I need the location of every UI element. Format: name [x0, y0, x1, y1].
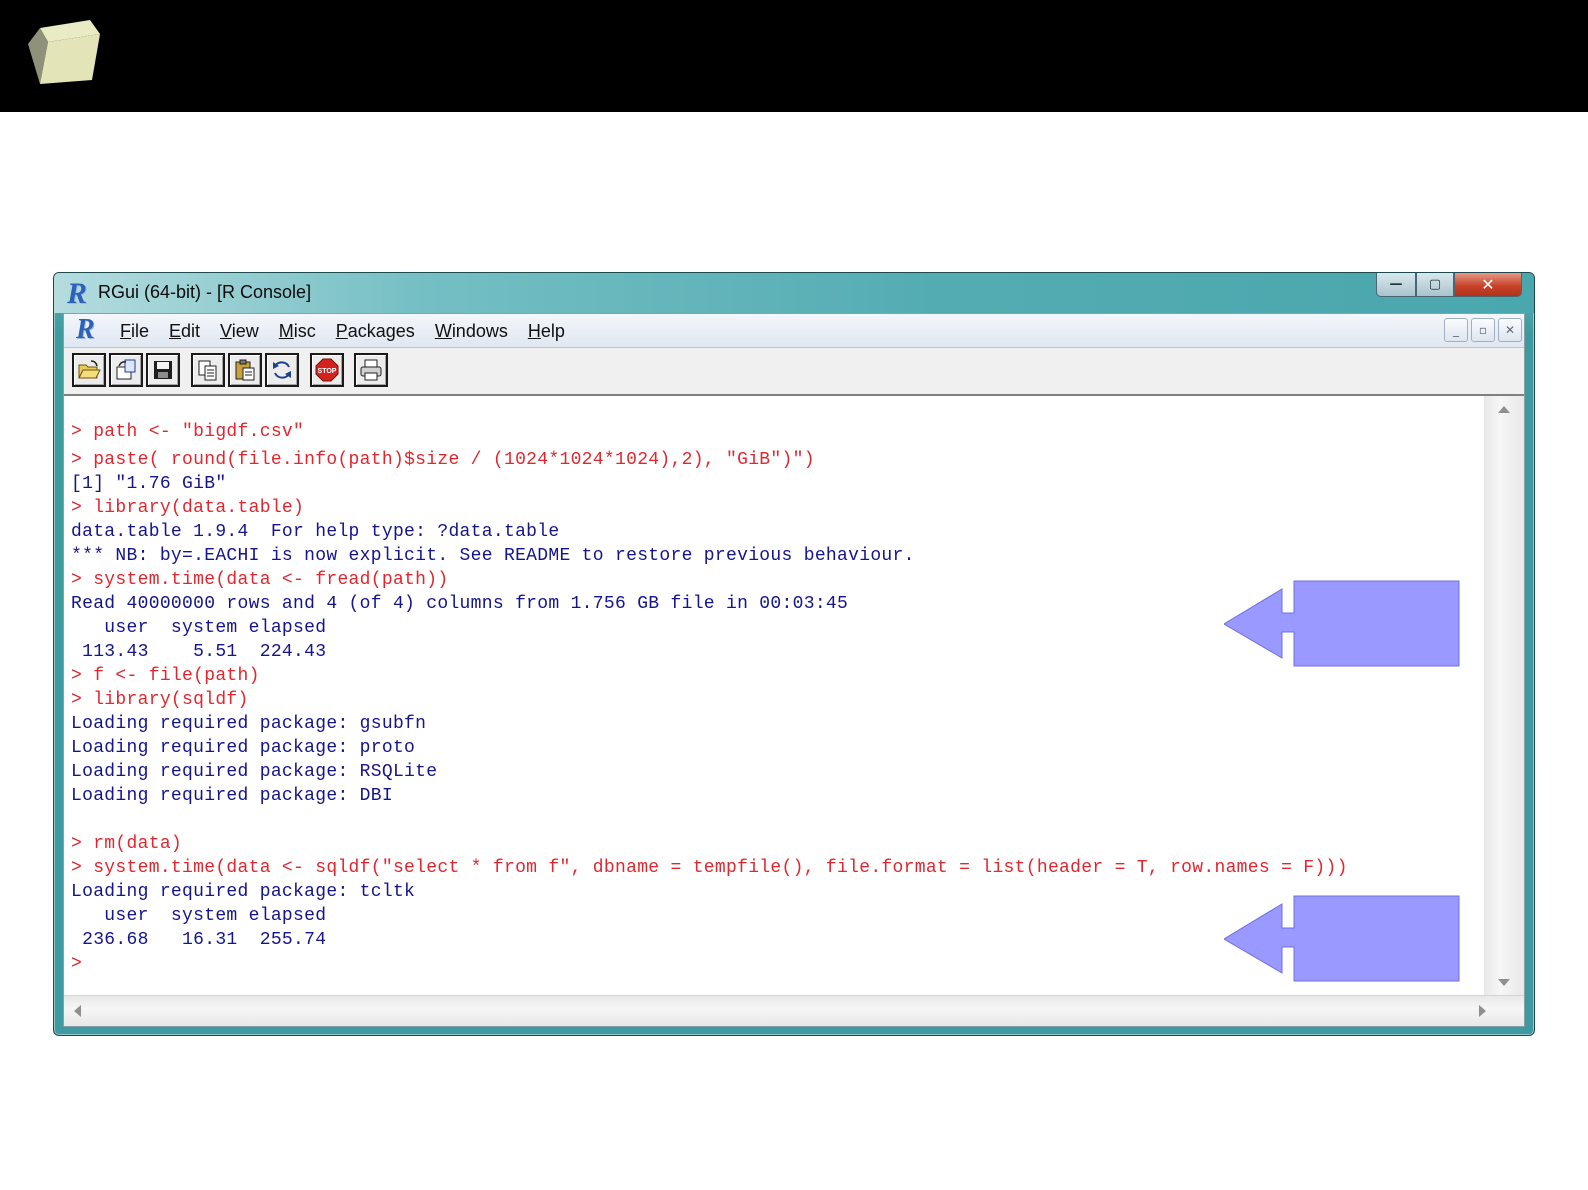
stop-icon: STOP	[315, 358, 339, 382]
mdi-restore-button[interactable]: ▫	[1471, 318, 1495, 342]
console-output-line: Loading required package: tcltk	[71, 882, 416, 902]
refresh-button[interactable]	[265, 353, 299, 387]
menu-label-rest: elp	[540, 321, 565, 341]
print-icon	[360, 359, 382, 381]
callout-arrow-fread	[1224, 580, 1460, 667]
console-output-line: Loading required package: proto	[71, 738, 416, 758]
console-output-line: data.table 1.9.4 For help type: ?data.ta…	[71, 522, 560, 542]
console-output-line: Loading required package: gsubfn	[71, 714, 427, 734]
menu-misc[interactable]: Misc	[269, 320, 326, 342]
scroll-down-icon[interactable]	[1498, 979, 1510, 986]
console-output-line: user system elapsed	[71, 618, 327, 638]
toolbar: STOP	[64, 348, 1524, 396]
r-console-icon[interactable]: R	[76, 314, 95, 346]
mdi-close-button[interactable]: ✕	[1498, 318, 1522, 342]
console-output-line: [1] "1.76 GiB"	[71, 474, 227, 494]
window-client-area: R File Edit View Misc Packages Windows Help _ …	[63, 313, 1525, 1027]
paste-button[interactable]	[228, 353, 262, 387]
stop-button[interactable]: STOP	[310, 353, 344, 387]
load-workspace-icon	[116, 359, 136, 380]
mdi-restore-icon: ▫	[1478, 323, 1488, 337]
menu-help[interactable]: Help	[518, 320, 575, 342]
print-button[interactable]	[354, 353, 388, 387]
console-input-line: > paste( round(file.info(path)$size / (1…	[71, 450, 815, 470]
console-output-line: Loading required package: DBI	[71, 786, 393, 806]
open-script-button[interactable]	[72, 353, 106, 387]
menu-items: File Edit View Misc Packages Windows Help	[110, 320, 575, 342]
menu-label-rest: isc	[293, 321, 316, 341]
vertical-scrollbar[interactable]	[1484, 396, 1524, 996]
menu-view[interactable]: View	[210, 320, 269, 342]
console-input-line: > system.time(data <- fread(path))	[71, 570, 449, 590]
refresh-icon	[273, 361, 291, 379]
window-titlebar[interactable]: R RGui (64-bit) - [R Console] — ▢ ✕	[54, 273, 1534, 313]
console-output-line: *** NB: by=.EACHI is now explicit. See R…	[71, 546, 915, 566]
window-title: RGui (64-bit) - [R Console]	[98, 282, 312, 302]
close-button[interactable]: ✕	[1454, 273, 1522, 297]
console-input-line: > library(sqldf)	[71, 690, 249, 710]
maximize-icon: ▢	[1428, 277, 1442, 292]
maximize-button[interactable]: ▢	[1416, 273, 1454, 297]
console-lines: > path <- "bigdf.csv" > paste( round(file…	[71, 420, 1348, 976]
paste-icon	[235, 359, 255, 381]
mdi-controls: _ ▫ ✕	[1444, 318, 1522, 342]
menu-label-rest: dit	[181, 321, 201, 341]
stop-label: STOP	[318, 368, 337, 375]
menu-accelerator: V	[220, 321, 232, 341]
menu-label-rest: indows	[451, 321, 508, 341]
scroll-right-icon[interactable]	[1479, 1005, 1486, 1017]
minimize-button[interactable]: —	[1376, 273, 1416, 297]
mdi-minimize-icon: _	[1453, 323, 1459, 337]
menu-file[interactable]: File	[110, 320, 159, 342]
console-input-line: > library(data.table)	[71, 498, 305, 518]
scroll-left-icon[interactable]	[74, 1005, 81, 1017]
horizontal-scrollbar[interactable]	[64, 995, 1524, 1026]
console-input-line: > system.time(data <- sqldf("select * fr…	[71, 858, 1348, 878]
close-icon: ✕	[1481, 275, 1495, 294]
menu-accelerator: W	[434, 321, 452, 341]
rgui-window: R RGui (64-bit) - [R Console] — ▢ ✕ R Fi…	[53, 272, 1535, 1036]
menu-accelerator: M	[278, 321, 294, 341]
menu-edit[interactable]: Edit	[159, 320, 210, 342]
console-output-line: user system elapsed	[71, 906, 327, 926]
menu-packages[interactable]: Packages	[326, 320, 425, 342]
menu-accelerator: H	[527, 321, 541, 341]
copy-button[interactable]	[191, 353, 225, 387]
console-output-line: Loading required package: RSQLite	[71, 762, 438, 782]
r-logo-icon: R	[67, 277, 88, 310]
console-output-line: 113.43 5.51 224.43	[71, 642, 327, 662]
menu-label-rest: iew	[231, 321, 259, 341]
menu-windows[interactable]: Windows	[425, 320, 518, 342]
save-icon	[154, 361, 172, 379]
menu-label-rest: ile	[131, 321, 150, 341]
menu-accelerator: P	[335, 321, 348, 341]
load-workspace-button[interactable]	[109, 353, 143, 387]
console-input-line: > path <- "bigdf.csv"	[71, 422, 305, 442]
callout-arrow-sqldf	[1224, 895, 1460, 982]
console-output-line: Read 40000000 rows and 4 (of 4) columns …	[71, 594, 849, 614]
slide-header-bar	[0, 0, 1588, 112]
mdi-close-icon: ✕	[1504, 323, 1516, 337]
mdi-minimize-button[interactable]: _	[1444, 318, 1468, 342]
menu-accelerator: E	[169, 321, 182, 341]
menu-bar: R File Edit View Misc Packages Windows Help _ …	[64, 314, 1524, 348]
copy-icon	[198, 360, 217, 381]
cube-logo-icon	[28, 20, 100, 84]
menu-label-rest: ackages	[347, 321, 415, 341]
save-workspace-button[interactable]	[146, 353, 180, 387]
window-controls: — ▢ ✕	[1376, 273, 1522, 301]
console-input-line: >	[71, 954, 83, 974]
console-input-line: > rm(data)	[71, 834, 183, 854]
console-output-area[interactable]: > path <- "bigdf.csv" > paste( round(file…	[64, 396, 1485, 996]
console-input-line: > f <- file(path)	[71, 666, 260, 686]
minimize-icon: —	[1389, 277, 1403, 292]
scroll-up-icon[interactable]	[1498, 406, 1510, 413]
menu-accelerator: F	[120, 321, 131, 341]
console-output-line: 236.68 16.31 255.74	[71, 930, 327, 950]
open-folder-icon	[78, 360, 101, 379]
